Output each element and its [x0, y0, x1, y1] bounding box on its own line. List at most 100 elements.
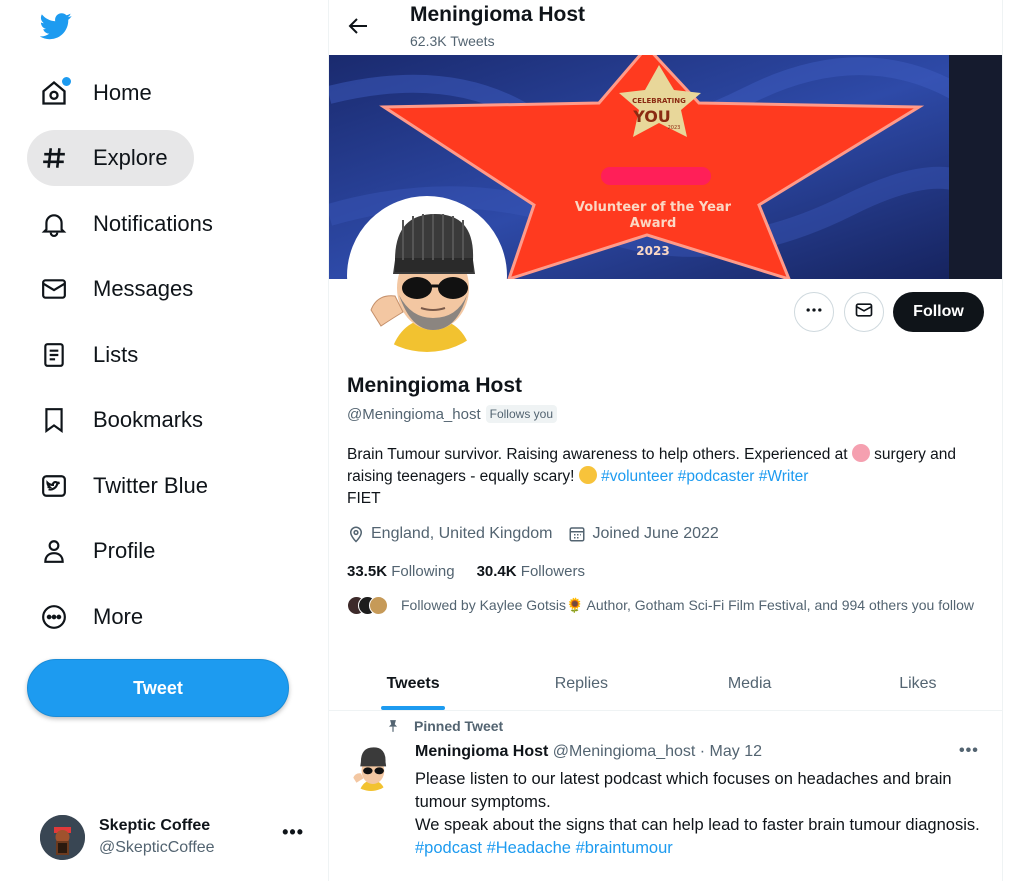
pinned-label: Pinned Tweet [414, 718, 504, 734]
sidebar-item-label: Bookmarks [93, 407, 204, 432]
tab-media[interactable]: Media [666, 657, 834, 710]
more-options-button[interactable] [794, 292, 834, 332]
envelope-icon [854, 300, 874, 325]
following-label: Following [391, 563, 455, 580]
profile-header-bar: Meningioma Host 62.3K Tweets [329, 0, 1002, 55]
tab-label: Replies [554, 674, 609, 692]
account-name: Skeptic Coffee [99, 817, 211, 834]
tweet-count: 62.3K Tweets [410, 33, 495, 49]
hashtag-link[interactable]: #braintumour [576, 839, 673, 857]
calendar-icon [569, 527, 585, 542]
award-year: 2023 [636, 244, 669, 258]
flushed-emoji-icon [578, 466, 597, 484]
badge-text-3: 2023 [668, 125, 681, 131]
hashtag-link[interactable]: #Writer [759, 468, 809, 485]
sidebar: Home Explore Notifications Messages List… [0, 0, 328, 881]
location: England, United Kingdom [371, 525, 553, 542]
more-circle-icon [39, 602, 69, 632]
avatar [40, 814, 85, 860]
following-count: 33.5K [347, 563, 388, 580]
sidebar-item-more[interactable]: More [27, 589, 169, 645]
twitter-bird-icon[interactable] [39, 10, 72, 42]
profile-name: Meningioma Host [347, 374, 523, 397]
tab-label: Media [727, 674, 772, 692]
followed-by-text: Followed by Kaylee Gotsis🌻 Author, Gotha… [401, 597, 975, 613]
tweet-more-icon[interactable]: ••• [959, 742, 979, 760]
sidebar-item-label: Messages [93, 276, 194, 301]
more-icon[interactable]: ••• [282, 822, 304, 843]
back-arrow-icon[interactable] [347, 14, 371, 38]
tweet-button[interactable]: Tweet [27, 659, 289, 717]
follow-button[interactable]: Follow [893, 292, 984, 332]
bookmark-icon [39, 405, 69, 435]
sidebar-item-label: Explore [93, 145, 168, 170]
profile-avatar[interactable] [347, 196, 507, 356]
envelope-icon [39, 274, 69, 304]
following-link[interactable]: 33.5K Following [347, 563, 455, 580]
tweet-avatar[interactable] [347, 743, 395, 791]
followed-by[interactable]: Followed by Kaylee Gotsis🌻 Author, Gotha… [347, 596, 987, 616]
tweet-header: Meningioma Host @Meningioma_host · May 1… [415, 743, 762, 761]
profile-meta: England, United Kingdom Joined June 2022 [347, 525, 735, 543]
sidebar-item-label: Notifications [93, 211, 213, 236]
pinned-tweet-label: Pinned Tweet [386, 718, 503, 734]
sidebar-item-messages[interactable]: Messages [27, 261, 219, 317]
tab-replies[interactable]: Replies [497, 657, 665, 710]
sidebar-item-twitter-blue[interactable]: Twitter Blue [27, 458, 234, 514]
sidebar-item-label: More [93, 604, 144, 629]
tab-tweets[interactable]: Tweets [329, 657, 497, 710]
brain-emoji-icon [851, 444, 870, 462]
joined-date: Joined June 2022 [592, 525, 719, 542]
followers-count: 30.4K [476, 563, 517, 580]
tweet-line: Please listen to our latest podcast whic… [415, 770, 952, 811]
more-icon [804, 300, 824, 325]
twitter-blue-icon [39, 471, 69, 501]
hashtag-link[interactable]: #podcast [415, 839, 482, 857]
tweet-author-name[interactable]: Meningioma Host [415, 743, 548, 760]
sidebar-item-explore[interactable]: Explore [27, 130, 194, 186]
tab-likes[interactable]: Likes [834, 657, 1002, 710]
page-title: Meningioma Host [410, 3, 586, 26]
location-icon [349, 526, 363, 543]
award-text-2: Award [630, 216, 677, 231]
follows-you-badge: Follows you [485, 405, 557, 423]
profile-tabs: Tweets Replies Media Likes [329, 657, 1002, 711]
sidebar-item-home[interactable]: Home [27, 65, 178, 121]
sidebar-item-label: Profile [93, 538, 156, 563]
sidebar-item-bookmarks[interactable]: Bookmarks [27, 392, 229, 448]
followers-link[interactable]: 30.4K Followers [477, 563, 585, 580]
bio-text: Brain Tumour survivor. Raising awareness… [347, 446, 852, 463]
profile-column: Meningioma Host 62.3K Tweets CELEBRATING… [328, 0, 1003, 881]
hashtag-link[interactable]: #Headache [487, 839, 571, 857]
account-handle: @SkepticCoffee [99, 839, 215, 856]
award-text-1: Volunteer of the Year [575, 200, 732, 215]
sidebar-item-lists[interactable]: Lists [27, 327, 164, 383]
hashtag-link[interactable]: #podcaster [678, 468, 755, 485]
bio-text: FIET [347, 490, 381, 507]
tweet-meta: @Meningioma_host · May 12 [552, 743, 763, 760]
tab-label: Likes [899, 674, 937, 692]
bell-icon [39, 209, 69, 239]
list-icon [39, 340, 69, 370]
badge-text-2: YOU [632, 107, 671, 126]
followers-label: Followers [520, 563, 585, 580]
sidebar-item-label: Lists [93, 342, 139, 367]
home-icon [39, 76, 72, 108]
tab-label: Tweets [386, 674, 440, 692]
pin-icon [388, 720, 398, 732]
follower-avatars [347, 596, 393, 616]
account-switcher[interactable]: Skeptic Coffee @SkepticCoffee ••• [40, 812, 310, 862]
hashtag-link[interactable]: #volunteer [601, 468, 673, 485]
sidebar-item-profile[interactable]: Profile [27, 523, 181, 579]
tweet-text: Please listen to our latest podcast whic… [415, 768, 995, 860]
notification-dot [61, 76, 72, 87]
sidebar-item-label: Home [93, 80, 152, 105]
hashtag-icon [39, 143, 69, 173]
message-button[interactable] [844, 292, 884, 332]
sidebar-item-label: Twitter Blue [93, 473, 208, 498]
sidebar-item-notifications[interactable]: Notifications [27, 196, 239, 252]
tweet-line: We speak about the signs that can help l… [415, 816, 980, 834]
active-tab-indicator [381, 706, 446, 710]
profile-bio: Brain Tumour survivor. Raising awareness… [347, 444, 987, 510]
badge-text-1: CELEBRATING [632, 97, 686, 105]
